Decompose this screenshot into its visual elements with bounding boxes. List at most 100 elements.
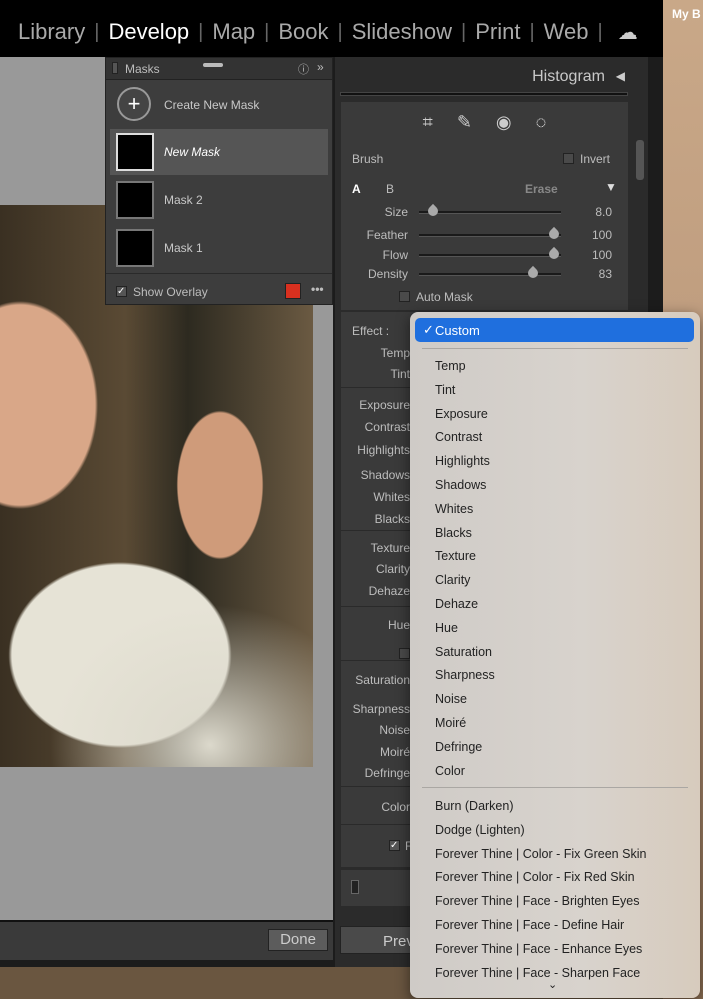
slider-feather[interactable] (419, 226, 561, 242)
done-button[interactable]: Done (268, 929, 328, 951)
scroll-down-chevron-icon[interactable]: ⌄ (548, 978, 557, 991)
show-overlay-checkbox[interactable]: ✓ (116, 286, 127, 297)
divider (341, 660, 411, 661)
more-options-icon[interactable]: ••• (311, 282, 324, 296)
nav-print[interactable]: Print (475, 19, 520, 45)
mask-item[interactable]: New Mask (110, 129, 328, 175)
redeye-icon[interactable]: ◉ (496, 112, 512, 133)
dropdown-item[interactable]: Forever Thine | Face - Sharpen Face (435, 966, 640, 980)
divider (341, 786, 411, 787)
help-icon[interactable]: ⓘ (298, 61, 309, 77)
slider-density[interactable] (419, 265, 561, 281)
nav-slideshow[interactable]: Slideshow (352, 19, 452, 45)
module-nav: Library | Develop | Map | Book | Slideshow | Print… (18, 19, 638, 45)
slider-thumb[interactable] (546, 226, 561, 242)
dropdown-item[interactable]: Contrast (435, 430, 482, 444)
effect-param-12: Saturation (355, 673, 410, 687)
dropdown-item[interactable]: Hue (435, 621, 458, 635)
dropdown-item[interactable]: Forever Thine | Face - Brighten Eyes (435, 894, 640, 908)
auto-mask-label: Auto Mask (416, 290, 473, 304)
dropdown-item[interactable]: Tint (435, 383, 455, 397)
dropdown-item[interactable]: Dodge (Lighten) (435, 823, 525, 837)
dropdown-item[interactable]: Color (435, 764, 465, 778)
nav-map[interactable]: Map (212, 19, 255, 45)
effect-param-9: Clarity (375, 562, 410, 576)
nav-web[interactable]: Web (544, 19, 589, 45)
mask-item[interactable]: Mask 2 (110, 177, 328, 223)
dropdown-item[interactable]: Shadows (435, 478, 486, 492)
slider-label-flow: Flow (382, 248, 408, 262)
nav-separator: | (461, 20, 467, 43)
dropdown-item[interactable]: Dehaze (435, 597, 478, 611)
dropdown-item[interactable]: Saturation (435, 645, 492, 659)
slider-size[interactable] (419, 203, 561, 219)
dropdown-item-selected[interactable]: ✓ Custom (415, 318, 694, 342)
create-new-mask-label: Create New Mask (164, 98, 260, 112)
dropdown-item[interactable]: Noise (435, 692, 467, 706)
nav-develop[interactable]: Develop (108, 19, 189, 45)
dropdown-item[interactable]: Forever Thine | Face - Define Hair (435, 918, 624, 932)
slider-flow[interactable] (419, 246, 561, 262)
dropdown-item[interactable]: Exposure (435, 407, 488, 421)
dropdown-item[interactable]: Moiré (435, 716, 466, 730)
dropdown-item[interactable]: Clarity (435, 573, 470, 587)
dropdown-item[interactable]: Defringe (435, 740, 482, 754)
slider-thumb[interactable] (426, 203, 441, 219)
effect-param-8: Texture (370, 541, 410, 555)
hue-checkbox[interactable] (399, 648, 410, 659)
histogram-divider (340, 92, 628, 96)
masks-header[interactable]: Masks ⓘ » (106, 58, 332, 80)
panel-grip-icon[interactable] (112, 62, 118, 74)
mask-item[interactable]: Mask 1 (110, 225, 328, 271)
divider (341, 824, 411, 825)
collapse-icon[interactable]: » (317, 60, 324, 74)
dropdown-item[interactable]: Whites (435, 502, 473, 516)
dropdown-item[interactable]: Texture (435, 549, 476, 563)
dropdown-item[interactable]: Highlights (435, 454, 490, 468)
menu-separator (422, 348, 688, 349)
slider-label-size: Size (384, 205, 408, 219)
slider-thumb[interactable] (525, 265, 540, 281)
tool-strip: ⌗ ✎ ◉ ◌ (341, 102, 628, 142)
brush-erase-tab[interactable]: Erase (525, 182, 558, 196)
dropdown-item[interactable]: Temp (435, 359, 466, 373)
enable-checkbox[interactable]: ✓ (389, 840, 400, 851)
brush-a-tab[interactable]: A (352, 182, 361, 196)
dropdown-item[interactable]: Forever Thine | Face - Enhance Eyes (435, 942, 642, 956)
dropdown-item[interactable]: Blacks (435, 526, 472, 540)
effect-param-10: Dehaze (368, 584, 410, 598)
effect-param-2: Exposure (359, 398, 410, 412)
masking-icon[interactable]: ◌ (536, 112, 547, 133)
mask-thumbnail (116, 133, 154, 171)
mask-thumbnail (116, 181, 154, 219)
slider-value-density: 83 (598, 267, 612, 281)
create-new-mask-button[interactable]: + Create New Mask (110, 82, 328, 128)
histogram-header[interactable]: Histogram ◀ (335, 60, 635, 92)
dropdown-item[interactable]: Forever Thine | Color - Fix Green Skin (435, 847, 646, 861)
nav-separator: | (198, 20, 204, 43)
overlay-color-swatch[interactable] (285, 283, 301, 299)
dropdown-item[interactable]: Sharpness (435, 668, 495, 682)
plus-icon: + (117, 87, 151, 121)
cloud-icon[interactable]: ☁ (618, 20, 638, 45)
invert-checkbox[interactable] (563, 153, 574, 164)
nav-separator: | (597, 20, 603, 43)
effect-param-14: Noise (379, 723, 410, 737)
drag-handle[interactable] (203, 63, 223, 67)
brush-menu-triangle-icon[interactable]: ▼ (605, 180, 617, 194)
effect-param-7: Blacks (374, 512, 410, 526)
slider-thumb[interactable] (546, 246, 561, 262)
nav-library[interactable]: Library (18, 19, 85, 45)
collapse-triangle-icon[interactable]: ◀ (616, 69, 625, 83)
dropdown-item[interactable]: Forever Thine | Color - Fix Red Skin (435, 870, 635, 884)
dropdown-item[interactable]: Burn (Darken) (435, 799, 514, 813)
nav-book[interactable]: Book (278, 19, 328, 45)
panel-switch-icon[interactable] (351, 880, 359, 894)
healing-icon[interactable]: ✎ (457, 112, 472, 133)
auto-mask-checkbox[interactable] (399, 291, 410, 302)
brush-b-tab[interactable]: B (386, 182, 394, 196)
slider-value-size: 8.0 (595, 205, 612, 219)
panel-scrollbar[interactable] (636, 140, 644, 180)
crop-icon[interactable]: ⌗ (423, 112, 433, 133)
nav-separator: | (94, 20, 100, 43)
